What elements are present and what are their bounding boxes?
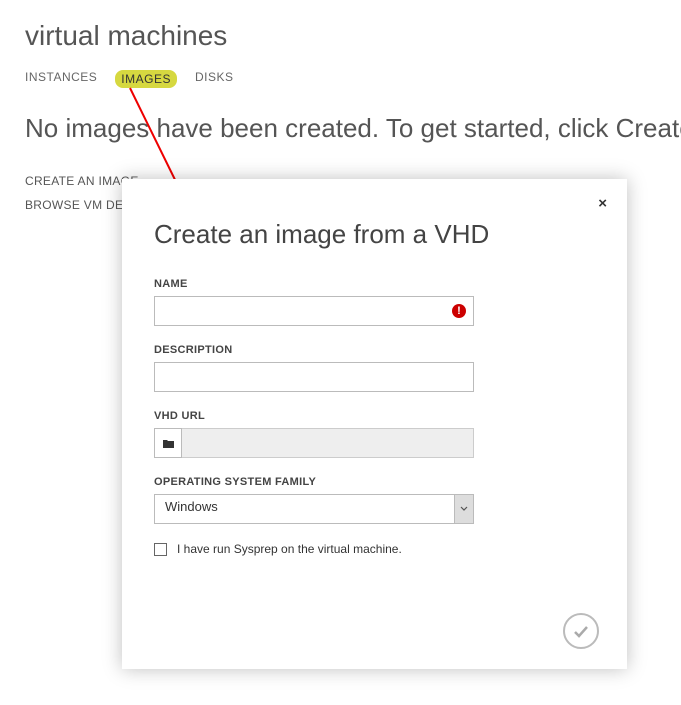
description-field-group: DESCRIPTION — [154, 344, 595, 392]
error-icon: ! — [452, 304, 466, 318]
os-family-select[interactable]: Windows — [154, 494, 474, 524]
tab-bar: INSTANCES IMAGES DISKS — [25, 70, 681, 88]
name-field-group: NAME ! — [154, 278, 595, 326]
ok-button[interactable] — [563, 613, 599, 649]
tab-images[interactable]: IMAGES — [115, 70, 177, 88]
description-label: DESCRIPTION — [154, 344, 595, 356]
empty-state-message: No images have been created. To get star… — [25, 110, 681, 146]
browse-vhd-button[interactable] — [154, 428, 182, 458]
name-label: NAME — [154, 278, 595, 290]
vhd-url-input[interactable] — [182, 428, 474, 458]
sysprep-checkbox-row: I have run Sysprep on the virtual machin… — [154, 542, 595, 556]
os-family-field-group: OPERATING SYSTEM FAMILY Windows — [154, 476, 595, 524]
vhd-url-label: VHD URL — [154, 410, 595, 422]
close-button[interactable]: × — [598, 195, 607, 212]
sysprep-checkbox[interactable] — [154, 543, 167, 556]
folder-icon — [162, 438, 175, 449]
os-family-label: OPERATING SYSTEM FAMILY — [154, 476, 595, 488]
tab-instances[interactable]: INSTANCES — [25, 70, 97, 88]
vhd-url-field-group: VHD URL — [154, 410, 595, 458]
sysprep-label: I have run Sysprep on the virtual machin… — [177, 542, 402, 556]
description-input[interactable] — [154, 362, 474, 392]
check-icon — [572, 622, 590, 640]
close-icon: × — [598, 195, 607, 212]
page-title: virtual machines — [25, 20, 681, 52]
create-image-modal: × Create an image from a VHD NAME ! DESC… — [122, 179, 627, 669]
modal-title: Create an image from a VHD — [154, 219, 595, 250]
tab-disks[interactable]: DISKS — [195, 70, 234, 88]
name-input[interactable] — [154, 296, 474, 326]
